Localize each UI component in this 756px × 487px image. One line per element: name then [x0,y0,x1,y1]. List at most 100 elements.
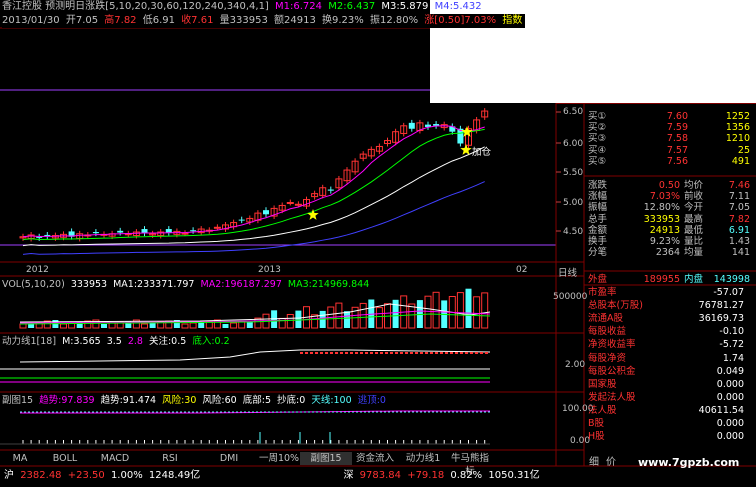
price-axis-label: 6.50 [563,107,584,117]
fundamental-label: B股 [588,418,605,429]
stat-row: 涨跌 0.50 均价 7.46 [588,180,750,191]
tab-9[interactable]: 牛马熊指标 [448,452,492,477]
fundamental-label: 每股收益 [588,326,627,338]
volume-bar [101,324,107,328]
stat-value: 2364 [655,247,680,259]
tab-4[interactable]: DMI [200,452,258,465]
fundamental-row: 净资收益率 -5.72 [588,339,750,350]
candle-body [141,229,148,234]
fundamental-row: 每股净资 1.74 [588,353,750,364]
tab-3[interactable]: RSI [140,452,200,465]
ma-m3: M3:5.879 [381,1,429,12]
candle-body [181,232,189,235]
buy-volume: 1356 [725,122,750,134]
volume-bar [481,292,489,329]
fundamental-value: 0.049 [716,365,744,377]
stat-value-2: 7.82 [728,213,750,225]
info-open: 开7.05 [65,15,99,26]
stat-label-2: 均价 [684,180,704,191]
volume-bar [295,310,302,328]
sh-index: 2382.48 [20,470,62,481]
date-axis-mid: 2013 [258,265,281,275]
volume-bar [238,321,246,329]
stat-label: 总手 [588,213,608,225]
vol-ma1: MA1:233371.797 [113,279,195,290]
watermark: www.7gpzb.com [638,456,740,469]
info-turnover: 换9.23% [322,15,364,26]
info-bar: 2013/01/30 开7.05 高7.82 低6.91 收7.61 量3339… [2,14,526,28]
sub-name: 副图15 [2,395,34,406]
tab-5[interactable]: 一周10% [258,452,300,465]
detail-tab[interactable]: 细 [589,453,599,468]
sh-pct: 1.00% [110,470,143,481]
info-amplitude: 振12.80% [369,15,419,26]
fundamental-value: 1.74 [722,352,744,364]
volume-bar [60,323,67,329]
period-label[interactable]: 日线 [558,265,577,279]
price-tab[interactable]: 价 [606,453,616,468]
stat-label-2: 均量 [684,247,704,259]
add-position-annotation: 加仓 [472,147,492,158]
tab-8[interactable]: 动力线1 [398,452,448,465]
volume-bar [19,323,27,329]
sh-change: +23.50 [67,470,105,481]
candle-body [190,230,197,232]
power-m: M:3.565 [62,336,101,347]
power-axis-label: 2.00 [565,360,586,370]
tab-6[interactable]: 副图15 [300,452,352,465]
stat-row: 换手 9.23% 量比 1.43 [588,236,750,247]
stat-label-2: 前收 [684,191,704,203]
vol-ma3: MA3:214969.844 [287,279,370,290]
fundamental-value: -5.72 [719,339,744,351]
volume-bar [375,307,383,329]
outer-label: 外盘 [588,274,608,285]
volume-bar [246,322,253,328]
info-indicator: 指数 [502,15,523,26]
power-m [19,349,491,363]
price-axis-label: 5.50 [563,168,584,178]
stat-label: 涨幅 [588,191,608,203]
title-row: 香江控股 预测明日涨跌[5,10,20,30,60,120,240,340,4,… [2,0,485,14]
buy-level-4: 买④ 7.57 25 [588,145,750,156]
sz-change: +79.18 [407,470,445,481]
sub-escape: 逃顶:0 [357,395,386,406]
buy-label: 买⑤ [588,155,607,167]
quote-top [556,103,756,104]
vol-value: 333953 [70,279,108,290]
stat-label: 分笔 [588,247,608,259]
stat-label-2: 最高 [684,213,704,225]
stat-label-2: 今开 [684,202,704,214]
fundamental-row: 每股收益 -0.10 [588,326,750,337]
vol-name: VOL(5,10,20) [2,279,65,290]
sub-sky: 天线:100 [311,395,352,406]
tab-2[interactable]: MACD [90,452,140,465]
fundamental-value: -57.07 [713,287,744,298]
volume-bar [181,323,189,329]
power-v2: 2.8 [127,336,143,347]
star-marker [307,209,319,220]
candle-body [117,230,124,233]
fundamental-label: H股 [588,431,605,443]
buy-label: 买① [588,111,607,122]
buy-volume: 1252 [725,111,750,122]
sh-label: 沪 [4,470,14,481]
candle-body [263,210,269,215]
volume-bar [456,292,464,329]
ma-m1: M1:6.724 [275,1,323,12]
stat-value-2: 1.43 [728,236,750,247]
inner-label: 内盘 [684,274,704,285]
tab-7[interactable]: 资金流入 [352,452,398,465]
sub-bottom: 抄底:0 [277,395,306,406]
volume-bar [189,322,197,329]
tab-1[interactable]: BOLL [40,452,90,465]
ma-m4: M4:5.432 [434,1,482,12]
sz-index: 9783.84 [359,470,401,481]
info-amount: 额24913 [274,15,316,26]
stat-row: 总手 333953 最高 7.82 [588,214,750,225]
inner-value: 143998 [713,274,750,285]
buy-volume: 25 [737,144,750,156]
volume-bar [359,302,367,329]
vol-header: VOL(5,10,20) 333953 MA1:233371.797 MA2:1… [2,278,372,292]
stat-label-2: 最低 [684,224,704,236]
tab-0[interactable]: MA [0,452,40,465]
